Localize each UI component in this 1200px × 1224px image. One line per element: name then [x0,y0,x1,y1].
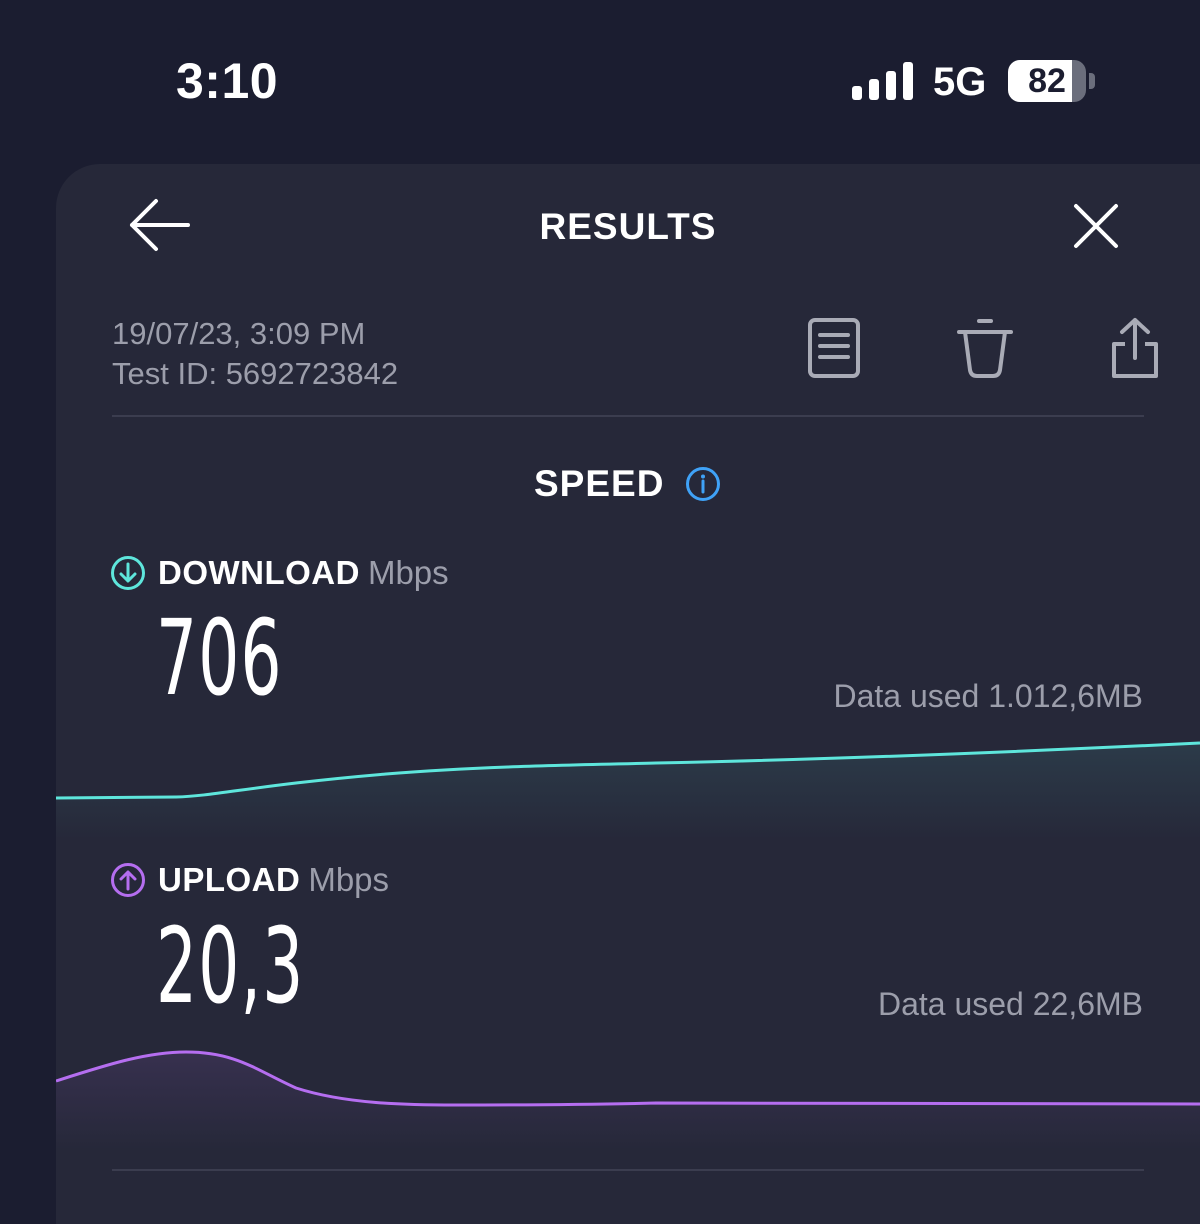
download-arrow-icon [110,555,146,591]
upload-value: 20,3 [156,905,305,1027]
divider-top [112,415,1144,417]
download-label: DOWNLOAD [158,554,360,591]
upload-label: UPLOAD [158,861,301,898]
battery-indicator: 82 [1008,60,1086,102]
battery-cap [1089,73,1095,89]
upload-speed-graph [56,1050,1200,1150]
cellular-signal-icon [852,62,914,100]
speed-section-title: SPEED [534,463,665,504]
download-value: 706 [156,597,283,719]
download-label-row: DOWNLOAD Mbps [110,553,449,593]
upload-graph-area [56,1052,1200,1150]
download-data-used: Data used 1.012,6MB [833,678,1143,714]
results-list-icon[interactable] [805,316,863,380]
divider-bottom [112,1169,1144,1171]
test-date: 19/07/23, 3:09 PM [112,316,366,351]
test-id: Test ID: 5692723842 [112,356,399,391]
network-type: 5G [933,60,987,104]
download-unit: Mbps [367,554,449,591]
upload-label-row: UPLOAD Mbps [110,860,389,900]
page-title: RESULTS [539,206,717,247]
download-speed-graph [56,741,1200,840]
trash-icon[interactable] [955,316,1015,380]
info-icon[interactable] [685,466,721,502]
close-icon[interactable] [1072,202,1120,250]
upload-arrow-icon [110,862,146,898]
upload-data-used: Data used 22,6MB [877,986,1143,1022]
upload-unit: Mbps [308,861,390,898]
status-time: 3:10 [176,53,279,109]
share-icon[interactable] [1108,316,1162,380]
